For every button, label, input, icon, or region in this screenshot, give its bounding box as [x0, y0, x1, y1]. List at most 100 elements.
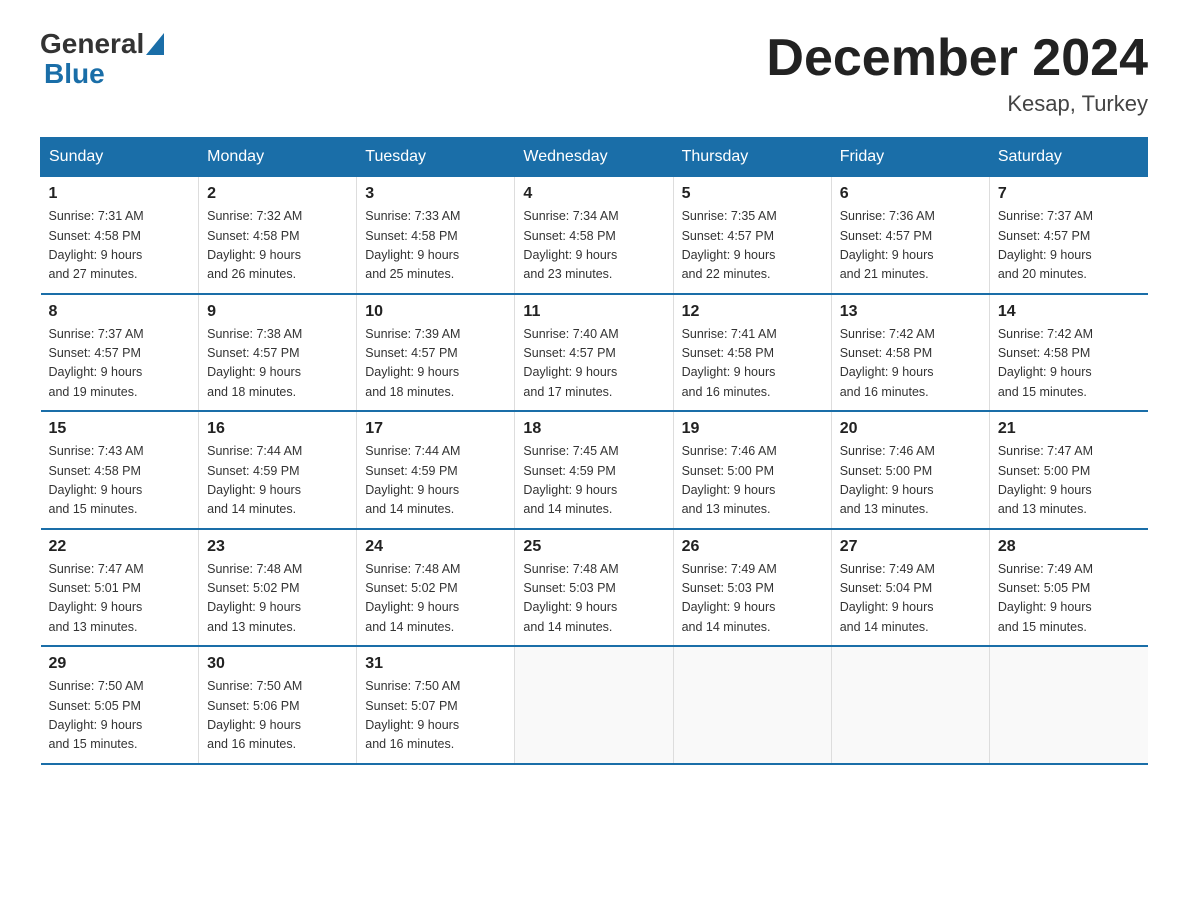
day-number: 4 — [523, 185, 664, 203]
day-info: Sunrise: 7:46 AMSunset: 5:00 PMDaylight:… — [840, 442, 981, 520]
day-number: 3 — [365, 185, 506, 203]
calendar-cell: 1Sunrise: 7:31 AMSunset: 4:58 PMDaylight… — [41, 177, 199, 294]
calendar-cell: 25 Sunrise: 7:48 AMSunset: 5:03 PMDayligh… — [515, 529, 673, 647]
title-block: December 2024 Kesap, Turkey — [766, 30, 1148, 117]
weekday-header-wednesday: Wednesday — [515, 138, 673, 177]
calendar-week-row: 1Sunrise: 7:31 AMSunset: 4:58 PMDaylight… — [41, 177, 1148, 294]
day-number: 9 — [207, 303, 348, 321]
day-number: 18 — [523, 420, 664, 438]
day-info: Sunrise: 7:38 AMSunset: 4:57 PMDaylight:… — [207, 325, 348, 403]
calendar-cell: 3 Sunrise: 7:33 AMSunset: 4:58 PMDaylight… — [357, 177, 515, 294]
day-info: Sunrise: 7:49 AMSunset: 5:04 PMDaylight:… — [840, 560, 981, 638]
calendar-week-row: 8 Sunrise: 7:37 AMSunset: 4:57 PMDaylight… — [41, 294, 1148, 412]
day-info: Sunrise: 7:50 AMSunset: 5:07 PMDaylight:… — [365, 677, 506, 755]
day-info: Sunrise: 7:37 AMSunset: 4:57 PMDaylight:… — [998, 207, 1140, 285]
day-info: Sunrise: 7:48 AMSunset: 5:02 PMDaylight:… — [207, 560, 348, 638]
calendar-body: 1Sunrise: 7:31 AMSunset: 4:58 PMDaylight… — [41, 177, 1148, 764]
calendar-cell: 11 Sunrise: 7:40 AMSunset: 4:57 PMDayligh… — [515, 294, 673, 412]
day-number: 21 — [998, 420, 1140, 438]
logo-triangle-icon — [146, 33, 164, 55]
day-info: Sunrise: 7:47 AMSunset: 5:01 PMDaylight:… — [49, 560, 191, 638]
day-number: 30 — [207, 655, 348, 673]
day-number: 2 — [207, 185, 348, 203]
day-info: Sunrise: 7:31 AMSunset: 4:58 PMDaylight:… — [49, 207, 191, 285]
day-info: Sunrise: 7:47 AMSunset: 5:00 PMDaylight:… — [998, 442, 1140, 520]
calendar-cell — [831, 646, 989, 764]
logo-general-text: General — [40, 30, 144, 58]
calendar-cell: 28Sunrise: 7:49 AMSunset: 5:05 PMDayligh… — [989, 529, 1147, 647]
day-info: Sunrise: 7:41 AMSunset: 4:58 PMDaylight:… — [682, 325, 823, 403]
day-info: Sunrise: 7:49 AMSunset: 5:03 PMDaylight:… — [682, 560, 823, 638]
calendar-cell: 18 Sunrise: 7:45 AMSunset: 4:59 PMDayligh… — [515, 411, 673, 529]
calendar-cell: 6 Sunrise: 7:36 AMSunset: 4:57 PMDaylight… — [831, 177, 989, 294]
weekday-header-sunday: Sunday — [41, 138, 199, 177]
day-info: Sunrise: 7:48 AMSunset: 5:02 PMDaylight:… — [365, 560, 506, 638]
day-info: Sunrise: 7:39 AMSunset: 4:57 PMDaylight:… — [365, 325, 506, 403]
day-number: 20 — [840, 420, 981, 438]
calendar-cell — [989, 646, 1147, 764]
day-number: 22 — [49, 538, 191, 556]
day-info: Sunrise: 7:43 AMSunset: 4:58 PMDaylight:… — [49, 442, 191, 520]
calendar-cell: 30 Sunrise: 7:50 AMSunset: 5:06 PMDayligh… — [199, 646, 357, 764]
weekday-header-friday: Friday — [831, 138, 989, 177]
day-info: Sunrise: 7:36 AMSunset: 4:57 PMDaylight:… — [840, 207, 981, 285]
day-number: 11 — [523, 303, 664, 321]
calendar-week-row: 29 Sunrise: 7:50 AMSunset: 5:05 PMDayligh… — [41, 646, 1148, 764]
day-info: Sunrise: 7:34 AMSunset: 4:58 PMDaylight:… — [523, 207, 664, 285]
day-number: 8 — [49, 303, 191, 321]
calendar-cell: 23 Sunrise: 7:48 AMSunset: 5:02 PMDayligh… — [199, 529, 357, 647]
day-info: Sunrise: 7:40 AMSunset: 4:57 PMDaylight:… — [523, 325, 664, 403]
day-info: Sunrise: 7:48 AMSunset: 5:03 PMDaylight:… — [523, 560, 664, 638]
day-number: 25 — [523, 538, 664, 556]
calendar-cell: 4 Sunrise: 7:34 AMSunset: 4:58 PMDaylight… — [515, 177, 673, 294]
calendar-cell: 26 Sunrise: 7:49 AMSunset: 5:03 PMDayligh… — [673, 529, 831, 647]
day-info: Sunrise: 7:44 AMSunset: 4:59 PMDaylight:… — [207, 442, 348, 520]
day-number: 10 — [365, 303, 506, 321]
calendar-cell: 2Sunrise: 7:32 AMSunset: 4:58 PMDaylight… — [199, 177, 357, 294]
weekday-header-thursday: Thursday — [673, 138, 831, 177]
logo-text: General — [40, 30, 164, 58]
day-number: 23 — [207, 538, 348, 556]
calendar-cell: 20 Sunrise: 7:46 AMSunset: 5:00 PMDayligh… — [831, 411, 989, 529]
day-info: Sunrise: 7:50 AMSunset: 5:05 PMDaylight:… — [49, 677, 191, 755]
calendar-cell: 13Sunrise: 7:42 AMSunset: 4:58 PMDayligh… — [831, 294, 989, 412]
day-info: Sunrise: 7:33 AMSunset: 4:58 PMDaylight:… — [365, 207, 506, 285]
day-number: 12 — [682, 303, 823, 321]
day-number: 29 — [49, 655, 191, 673]
day-number: 5 — [682, 185, 823, 203]
day-info: Sunrise: 7:35 AMSunset: 4:57 PMDaylight:… — [682, 207, 823, 285]
day-number: 27 — [840, 538, 981, 556]
calendar-cell: 29 Sunrise: 7:50 AMSunset: 5:05 PMDayligh… — [41, 646, 199, 764]
calendar-subtitle: Kesap, Turkey — [766, 91, 1148, 117]
day-number: 26 — [682, 538, 823, 556]
calendar-cell: 14Sunrise: 7:42 AMSunset: 4:58 PMDayligh… — [989, 294, 1147, 412]
day-number: 19 — [682, 420, 823, 438]
day-info: Sunrise: 7:45 AMSunset: 4:59 PMDaylight:… — [523, 442, 664, 520]
day-number: 17 — [365, 420, 506, 438]
day-number: 15 — [49, 420, 191, 438]
calendar-cell: 24Sunrise: 7:48 AMSunset: 5:02 PMDayligh… — [357, 529, 515, 647]
calendar-cell: 12 Sunrise: 7:41 AMSunset: 4:58 PMDayligh… — [673, 294, 831, 412]
day-info: Sunrise: 7:50 AMSunset: 5:06 PMDaylight:… — [207, 677, 348, 755]
weekday-header-saturday: Saturday — [989, 138, 1147, 177]
calendar-week-row: 15 Sunrise: 7:43 AMSunset: 4:58 PMDayligh… — [41, 411, 1148, 529]
calendar-cell: 31Sunrise: 7:50 AMSunset: 5:07 PMDayligh… — [357, 646, 515, 764]
calendar-table: SundayMondayTuesdayWednesdayThursdayFrid… — [40, 137, 1148, 765]
day-info: Sunrise: 7:44 AMSunset: 4:59 PMDaylight:… — [365, 442, 506, 520]
calendar-cell: 22 Sunrise: 7:47 AMSunset: 5:01 PMDayligh… — [41, 529, 199, 647]
calendar-cell: 9 Sunrise: 7:38 AMSunset: 4:57 PMDaylight… — [199, 294, 357, 412]
page-header: General Blue December 2024 Kesap, Turkey — [40, 30, 1148, 117]
calendar-cell: 19Sunrise: 7:46 AMSunset: 5:00 PMDayligh… — [673, 411, 831, 529]
calendar-title: December 2024 — [766, 30, 1148, 87]
day-number: 28 — [998, 538, 1140, 556]
day-number: 6 — [840, 185, 981, 203]
day-number: 13 — [840, 303, 981, 321]
calendar-cell — [515, 646, 673, 764]
calendar-week-row: 22 Sunrise: 7:47 AMSunset: 5:01 PMDayligh… — [41, 529, 1148, 647]
calendar-cell: 21 Sunrise: 7:47 AMSunset: 5:00 PMDayligh… — [989, 411, 1147, 529]
calendar-cell: 17 Sunrise: 7:44 AMSunset: 4:59 PMDayligh… — [357, 411, 515, 529]
logo: General Blue — [40, 30, 164, 90]
weekday-header-monday: Monday — [199, 138, 357, 177]
weekday-header-tuesday: Tuesday — [357, 138, 515, 177]
day-info: Sunrise: 7:37 AMSunset: 4:57 PMDaylight:… — [49, 325, 191, 403]
